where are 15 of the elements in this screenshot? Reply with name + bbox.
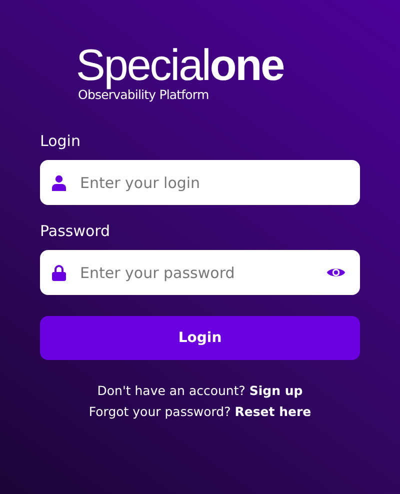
text-field[interactable]: Enter your login <box>40 160 360 205</box>
prompt-text: Don't have an account? <box>97 382 246 400</box>
input-field[interactable]: Enter your login <box>80 174 346 192</box>
prompt-text: Forgot your password? <box>88 403 231 421</box>
eye-icon[interactable] <box>326 266 346 279</box>
text-field[interactable]: Enter your password <box>40 250 360 295</box>
login-button[interactable]: Login <box>40 316 360 360</box>
field-label: Password <box>40 222 112 240</box>
link[interactable]: Sign up <box>249 380 303 401</box>
link[interactable]: Reset here <box>234 401 312 422</box>
input-field[interactable]: Enter your password <box>80 264 312 282</box>
lock-icon <box>52 264 66 280</box>
field-label: Login <box>40 132 82 150</box>
brand-logo: Specialone <box>76 44 284 88</box>
user-icon <box>52 174 66 190</box>
